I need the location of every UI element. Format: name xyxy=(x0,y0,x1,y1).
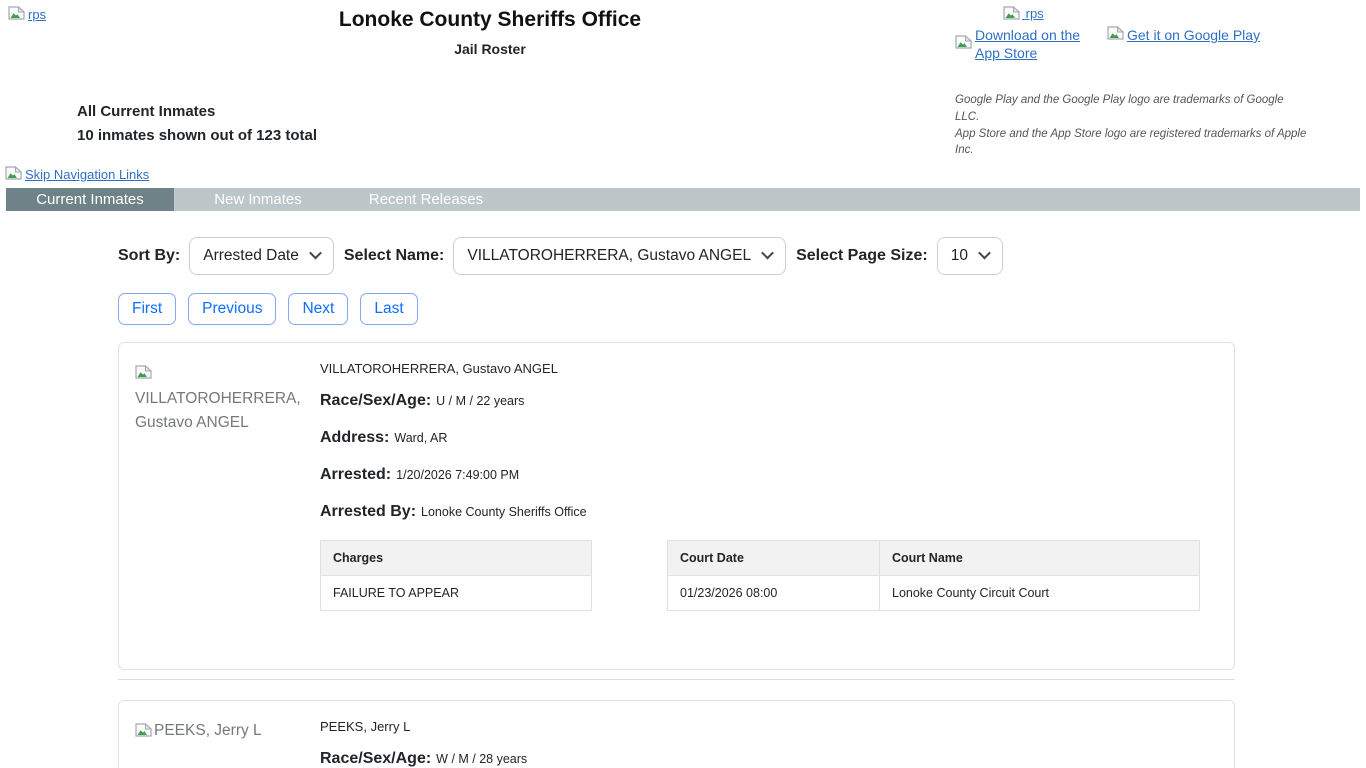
inmate-name: VILLATOROHERRERA, Gustavo ANGEL xyxy=(320,361,1218,376)
previous-page-button[interactable]: Previous xyxy=(188,293,276,325)
app-store-link[interactable]: Download on the App Store xyxy=(955,26,1087,62)
charge-cell: FAILURE TO APPEAR xyxy=(321,576,592,611)
sort-by-label: Sort By: xyxy=(118,247,180,265)
inmate-details: PEEKS, Jerry L Race/Sex/Age: W / M / 28 y… xyxy=(320,719,1218,768)
address-label: Address: xyxy=(320,429,389,446)
inmate-photo-placeholder: PEEKS, Jerry L xyxy=(135,719,303,768)
broken-image-icon xyxy=(1003,6,1020,23)
broken-image-icon xyxy=(955,35,972,53)
court-date-header: Court Date xyxy=(668,541,880,576)
race-sex-age-value: U / M / 22 years xyxy=(436,394,524,408)
arrested-by-value: Lonoke County Sheriffs Office xyxy=(421,505,587,519)
broken-image-icon xyxy=(1107,26,1124,44)
app-badges-block: rps Download on the App Store Get it on … xyxy=(955,6,1307,159)
chevron-down-icon xyxy=(761,246,774,259)
arrested-by-label: Arrested By: xyxy=(320,503,416,520)
inmate-details: VILLATOROHERRERA, Gustavo ANGEL Race/Sex… xyxy=(320,361,1218,669)
skip-navigation-link[interactable]: Skip Navigation Links xyxy=(5,166,149,183)
select-name-value: VILLATOROHERRERA, Gustavo ANGEL xyxy=(467,247,751,265)
race-sex-age-label: Race/Sex/Age: xyxy=(320,750,431,767)
chevron-down-icon xyxy=(309,246,322,259)
last-page-button[interactable]: Last xyxy=(360,293,417,325)
card-divider xyxy=(118,679,1235,680)
inmate-card: PEEKS, Jerry L PEEKS, Jerry L Race/Sex/A… xyxy=(118,700,1235,768)
tab-recent-releases[interactable]: Recent Releases xyxy=(342,188,510,211)
tab-current-inmates[interactable]: Current Inmates xyxy=(6,188,174,211)
tab-new-inmates[interactable]: New Inmates xyxy=(174,188,342,211)
filter-controls: Sort By: Arrested Date Select Name: VILL… xyxy=(118,237,1235,275)
arrested-label: Arrested: xyxy=(320,466,391,483)
trademark-line-1: Google Play and the Google Play logo are… xyxy=(955,92,1307,125)
page-size-label: Select Page Size: xyxy=(796,247,928,265)
app-store-alt-text: Download on the App Store xyxy=(975,26,1087,62)
inmate-name: PEEKS, Jerry L xyxy=(320,719,1218,734)
sort-by-select[interactable]: Arrested Date xyxy=(189,237,334,275)
roster-summary-count: 10 inmates shown out of 123 total xyxy=(77,124,317,148)
first-page-button[interactable]: First xyxy=(118,293,176,325)
rps-badge-alt-text: rps xyxy=(1026,6,1044,21)
page-size-select[interactable]: 10 xyxy=(937,237,1003,275)
trademark-line-2: App Store and the App Store logo are reg… xyxy=(955,126,1307,159)
race-sex-age-value: W / M / 28 years xyxy=(436,752,527,766)
roster-summary-title: All Current Inmates xyxy=(77,100,317,124)
main-menu: Current Inmates New Inmates Recent Relea… xyxy=(6,188,1360,211)
sort-by-value: Arrested Date xyxy=(203,247,299,265)
charges-table: Charges FAILURE TO APPEAR xyxy=(320,540,592,611)
page-size-value: 10 xyxy=(951,247,968,265)
address-value: Ward, AR xyxy=(394,431,447,445)
court-name-header: Court Name xyxy=(880,541,1200,576)
inmate-photo-alt-text: VILLATOROHERRERA, Gustavo ANGEL xyxy=(135,390,301,431)
skip-navigation-label: Skip Navigation Links xyxy=(25,167,149,182)
race-sex-age-label: Race/Sex/Age: xyxy=(320,392,431,409)
chevron-down-icon xyxy=(978,246,991,259)
google-play-link[interactable]: Get it on Google Play xyxy=(1107,26,1260,44)
inmate-card: VILLATOROHERRERA, Gustavo ANGEL VILLATOR… xyxy=(118,342,1235,670)
title-block: Lonoke County Sheriffs Office Jail Roste… xyxy=(0,8,980,57)
charges-header: Charges xyxy=(321,541,592,576)
inmate-photo-alt-text: PEEKS, Jerry L xyxy=(154,722,262,739)
court-table: Court Date Court Name 01/23/2026 08:00 L… xyxy=(667,540,1200,611)
court-date-cell: 01/23/2026 08:00 xyxy=(668,576,880,611)
broken-image-icon xyxy=(135,363,152,387)
next-page-button[interactable]: Next xyxy=(288,293,348,325)
trademark-notice: Google Play and the Google Play logo are… xyxy=(955,92,1307,159)
google-play-alt-text: Get it on Google Play xyxy=(1127,26,1260,44)
pagination: First Previous Next Last xyxy=(118,293,1235,325)
page-subtitle: Jail Roster xyxy=(0,41,980,57)
table-row: 01/23/2026 08:00 Lonoke County Circuit C… xyxy=(668,576,1200,611)
broken-image-icon xyxy=(5,166,22,183)
roster-summary: All Current Inmates 10 inmates shown out… xyxy=(77,100,317,148)
page-title: Lonoke County Sheriffs Office xyxy=(0,8,980,32)
inmate-photo-placeholder: VILLATOROHERRERA, Gustavo ANGEL xyxy=(135,361,303,669)
broken-image-icon xyxy=(135,721,152,745)
arrested-value: 1/20/2026 7:49:00 PM xyxy=(396,468,519,482)
rps-badge-link[interactable]: rps xyxy=(1003,6,1307,23)
table-row: FAILURE TO APPEAR xyxy=(321,576,592,611)
page-header: rps Lonoke County Sheriffs Office Jail R… xyxy=(0,0,1366,160)
select-name-label: Select Name: xyxy=(344,247,445,265)
select-name-select[interactable]: VILLATOROHERRERA, Gustavo ANGEL xyxy=(453,237,786,275)
court-name-cell: Lonoke County Circuit Court xyxy=(880,576,1200,611)
